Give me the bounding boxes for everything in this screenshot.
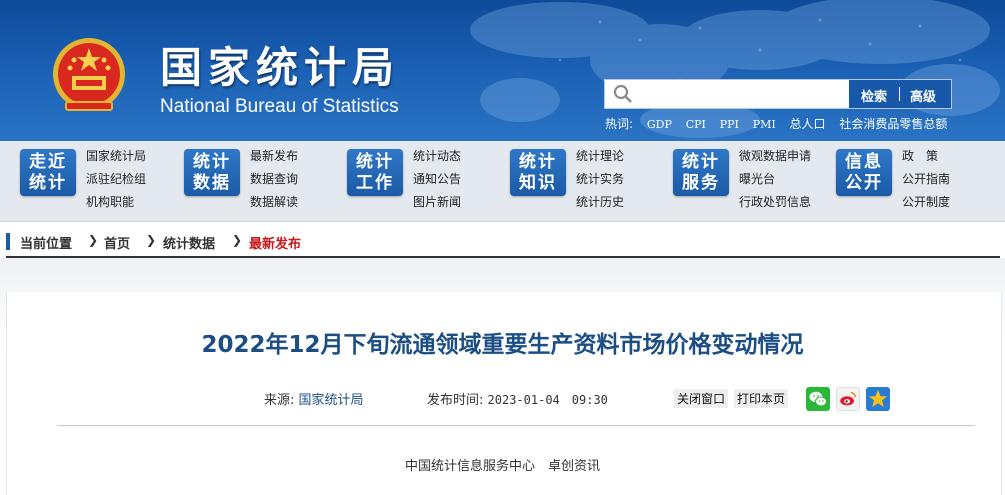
site-title-en[interactable]: National Bureau of Statistics [160, 96, 399, 118]
weibo-icon[interactable] [836, 387, 860, 411]
search-button[interactable]: 检索 [861, 86, 887, 105]
nav-badge-work[interactable]: 统计 工作 [347, 149, 403, 196]
main-nav: 走近 统计 国家统计局 派驻纪检组 机构职能 统计 数据 最新发布 数据查询 数… [0, 141, 1005, 222]
article-source: 来源: 国家统计局 [264, 389, 364, 408]
nav-badge-disclosure[interactable]: 信息 公开 [836, 149, 892, 196]
nav-link-nbs[interactable]: 国家统计局 [86, 147, 146, 170]
nav-link-discipline-group[interactable]: 派驻纪检组 [86, 170, 146, 193]
nav-link-microdata[interactable]: 微观数据申请 [739, 147, 811, 170]
publish-time: 2023-01-04 09:30 [487, 393, 608, 407]
search-icon [613, 84, 632, 103]
search-input[interactable] [641, 82, 845, 106]
nav-link-penalty-info[interactable]: 行政处罚信息 [739, 193, 811, 216]
nav-link-notices[interactable]: 通知公告 [413, 170, 461, 193]
search-buttons: 检索 高级 [849, 80, 951, 108]
hot-word-gdp[interactable]: GDP [647, 118, 672, 131]
search-divider [899, 87, 900, 101]
hot-word-retail-sales[interactable]: 社会消费品零售总额 [839, 117, 947, 131]
national-emblem-icon [53, 38, 125, 111]
chevron-right-icon: ❯ [88, 233, 99, 247]
breadcrumb-stat-data[interactable]: 统计数据 [163, 233, 215, 252]
nav-link-news[interactable]: 统计动态 [413, 147, 461, 170]
site-title-cn[interactable]: 国家统计局 [160, 34, 400, 95]
print-button[interactable]: 打印本页 [734, 389, 789, 408]
nav-badge-about[interactable]: 走近 统计 [20, 149, 76, 196]
hot-word-pmi[interactable]: PMI [753, 118, 776, 131]
chevron-right-icon: ❯ [146, 233, 157, 247]
hot-words: 热词: GDP CPI PPI PMI 总人口 社会消费品零售总额 [605, 115, 957, 132]
site-header: 国家统计局 National Bureau of Statistics 检索 高… [0, 0, 1005, 141]
nav-badge-service[interactable]: 统计 服务 [673, 149, 729, 196]
nav-link-photo-news[interactable]: 图片新闻 [413, 193, 461, 216]
breadcrumb-label: 当前位置 [20, 237, 73, 252]
close-window-button[interactable]: 关闭窗口 [674, 389, 729, 408]
nav-link-history[interactable]: 统计历史 [576, 193, 624, 216]
hot-words-label: 热词: [605, 117, 634, 131]
qzone-icon[interactable] [866, 387, 890, 411]
wechat-icon[interactable] [806, 387, 830, 411]
breadcrumb: 当前位置 ❯ 首页 ❯ 统计数据 ❯ 最新发布 [6, 232, 1000, 254]
nav-badge-knowledge[interactable]: 统计 知识 [510, 149, 566, 196]
article-time: 发布时间: 2023-01-04 09:30 [427, 389, 608, 408]
source-link[interactable]: 国家统计局 [299, 393, 364, 408]
source-label: 来源: [264, 393, 295, 408]
search-box: 检索 高级 [604, 79, 952, 109]
article-title: 2022年12月下旬流通领域重要生产资料市场价格变动情况 [201, 332, 804, 358]
article-byline: 中国统计信息服务中心 卓创资讯 [404, 459, 600, 474]
breadcrumb-home[interactable]: 首页 [104, 233, 130, 252]
breadcrumb-marker [6, 233, 10, 250]
nav-link-latest-release[interactable]: 最新发布 [250, 147, 298, 170]
breadcrumb-current[interactable]: 最新发布 [249, 233, 301, 252]
nav-link-functions[interactable]: 机构职能 [86, 193, 146, 216]
meta-divider [57, 425, 975, 426]
chevron-right-icon: ❯ [232, 233, 243, 247]
nav-link-exposure[interactable]: 曝光台 [739, 170, 811, 193]
hot-word-cpi[interactable]: CPI [686, 118, 706, 131]
nav-link-theory[interactable]: 统计理论 [576, 147, 624, 170]
nav-link-guide[interactable]: 公开指南 [902, 170, 950, 193]
nav-badge-data[interactable]: 统计 数据 [184, 149, 240, 196]
nav-link-system[interactable]: 公开制度 [902, 193, 950, 216]
nav-link-policy[interactable]: 政 策 [902, 147, 950, 170]
hot-word-population[interactable]: 总人口 [790, 117, 826, 131]
advanced-search-button[interactable]: 高级 [910, 86, 936, 105]
time-label: 发布时间: [427, 393, 484, 408]
hot-word-ppi[interactable]: PPI [720, 118, 739, 131]
nav-link-data-query[interactable]: 数据查询 [250, 170, 298, 193]
nav-link-practice[interactable]: 统计实务 [576, 170, 624, 193]
nav-link-data-interpretation[interactable]: 数据解读 [250, 193, 298, 216]
